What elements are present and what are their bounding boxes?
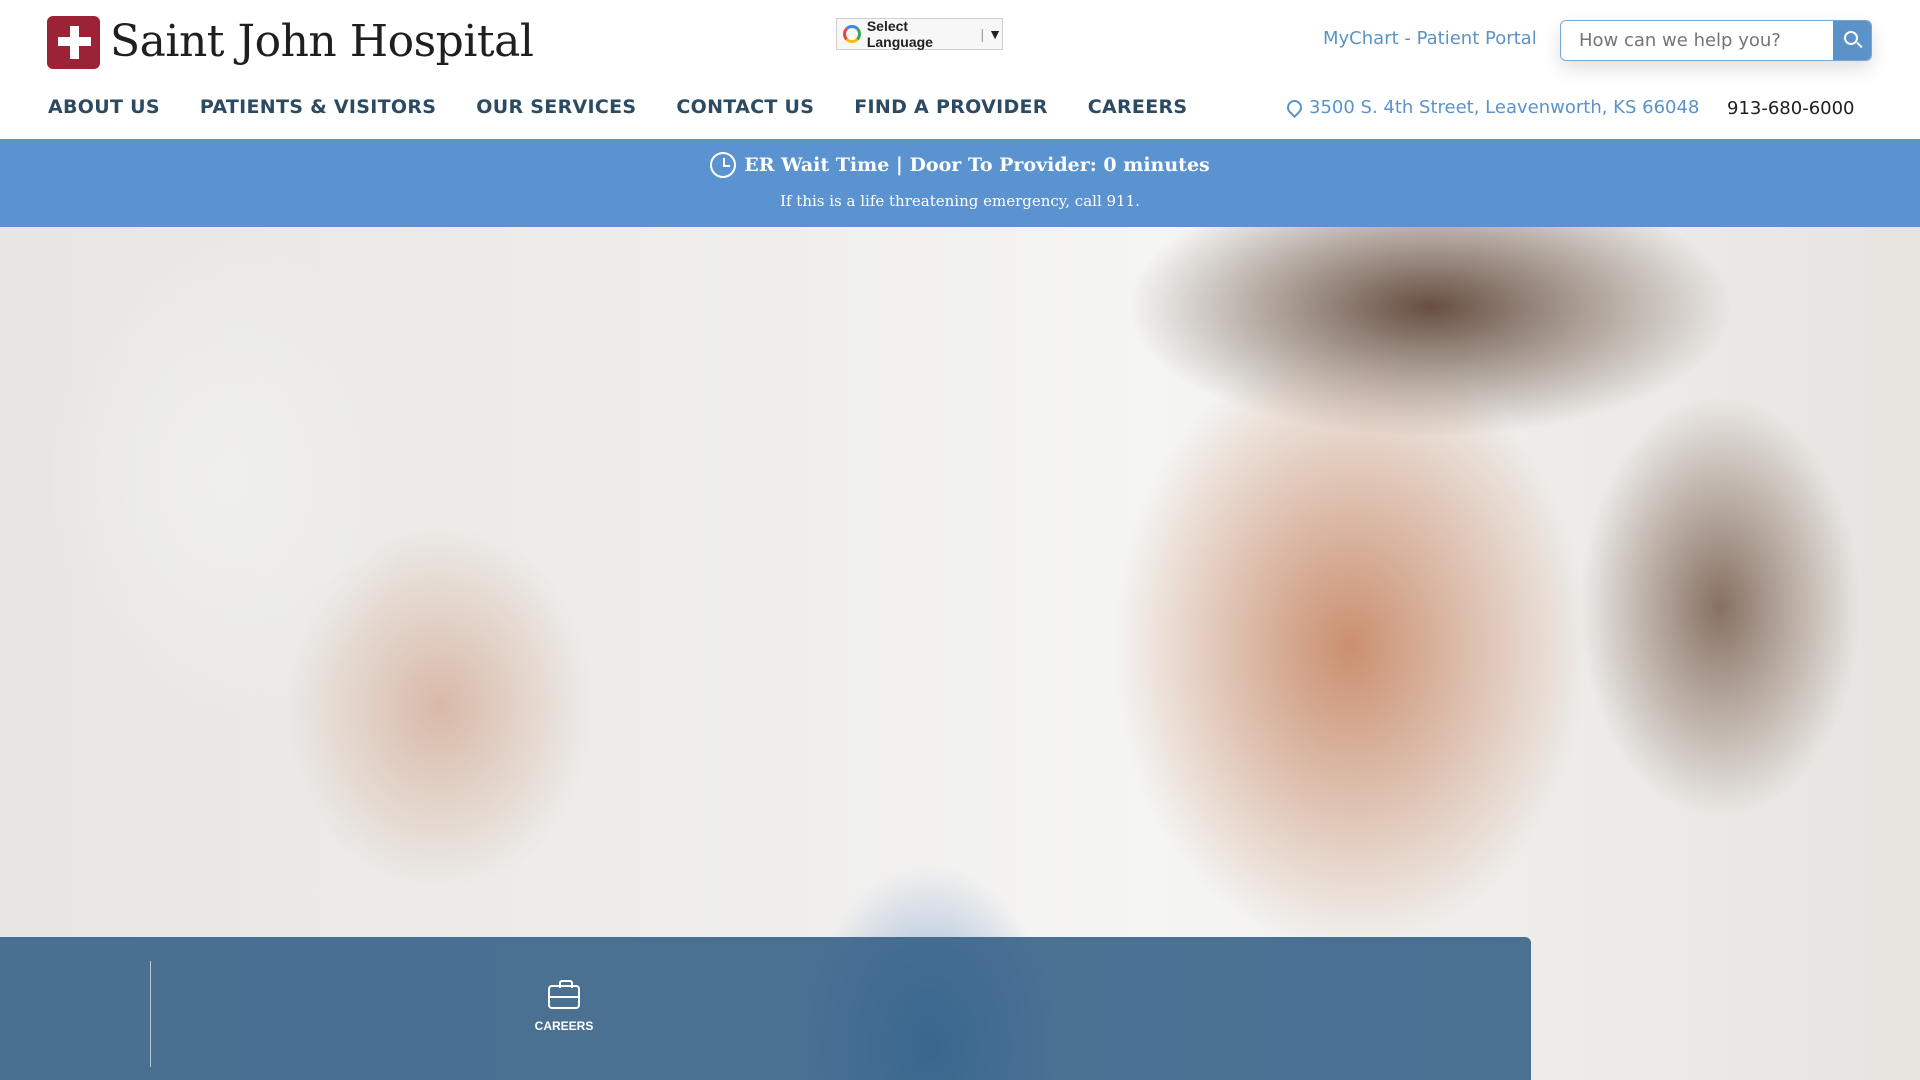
hospital-logo[interactable]: Saint John Hospital [47, 14, 534, 70]
panel-divider [150, 961, 151, 1067]
careers-quick-link-label: CAREERS [534, 1019, 594, 1033]
cross-logo-icon [47, 15, 100, 69]
search-button[interactable] [1833, 21, 1871, 60]
briefcase-icon [548, 980, 580, 1009]
er-wait-banner: ER Wait Time | Door To Provider: 0 minut… [0, 139, 1920, 227]
quick-links-panel: CAREERS [0, 937, 1531, 1080]
phone-link[interactable]: 913-680-6000 [1727, 98, 1855, 119]
nav-contact-us[interactable]: CONTACT US [676, 96, 814, 118]
mychart-portal-link[interactable]: MyChart - Patient Portal [1323, 28, 1537, 49]
nav-patients-visitors[interactable]: PATIENTS & VISITORS [200, 96, 436, 118]
nav-about-us[interactable]: ABOUT US [48, 96, 160, 118]
main-nav: ABOUT US PATIENTS & VISITORS OUR SERVICE… [48, 96, 1227, 118]
site-header: Saint John Hospital Select Language | ▼ … [0, 0, 1920, 139]
site-search [1560, 20, 1872, 61]
clock-icon [710, 152, 737, 178]
nav-careers[interactable]: CAREERS [1088, 96, 1188, 118]
hospital-name: Saint John Hospital [110, 16, 534, 67]
nav-our-services[interactable]: OUR SERVICES [476, 96, 636, 118]
address-text: 3500 S. 4th Street, Leavenworth, KS 6604… [1309, 97, 1700, 118]
map-pin-icon [1287, 100, 1299, 116]
language-divider: | [980, 26, 985, 42]
search-input[interactable] [1561, 21, 1833, 60]
nav-find-a-provider[interactable]: FIND A PROVIDER [854, 96, 1048, 118]
dropdown-arrow-icon: ▼ [988, 26, 1002, 42]
er-wait-title-row: ER Wait Time | Door To Provider: 0 minut… [0, 152, 1920, 178]
emergency-notice: If this is a life threatening emergency,… [780, 192, 1140, 210]
er-wait-title: ER Wait Time | Door To Provider: 0 minut… [744, 154, 1210, 176]
google-icon [843, 25, 861, 43]
language-selector[interactable]: Select Language | ▼ [836, 18, 1003, 50]
address-link[interactable]: 3500 S. 4th Street, Leavenworth, KS 6604… [1287, 97, 1699, 118]
careers-quick-link[interactable]: CAREERS [520, 980, 608, 1033]
language-label: Select Language [866, 18, 933, 50]
